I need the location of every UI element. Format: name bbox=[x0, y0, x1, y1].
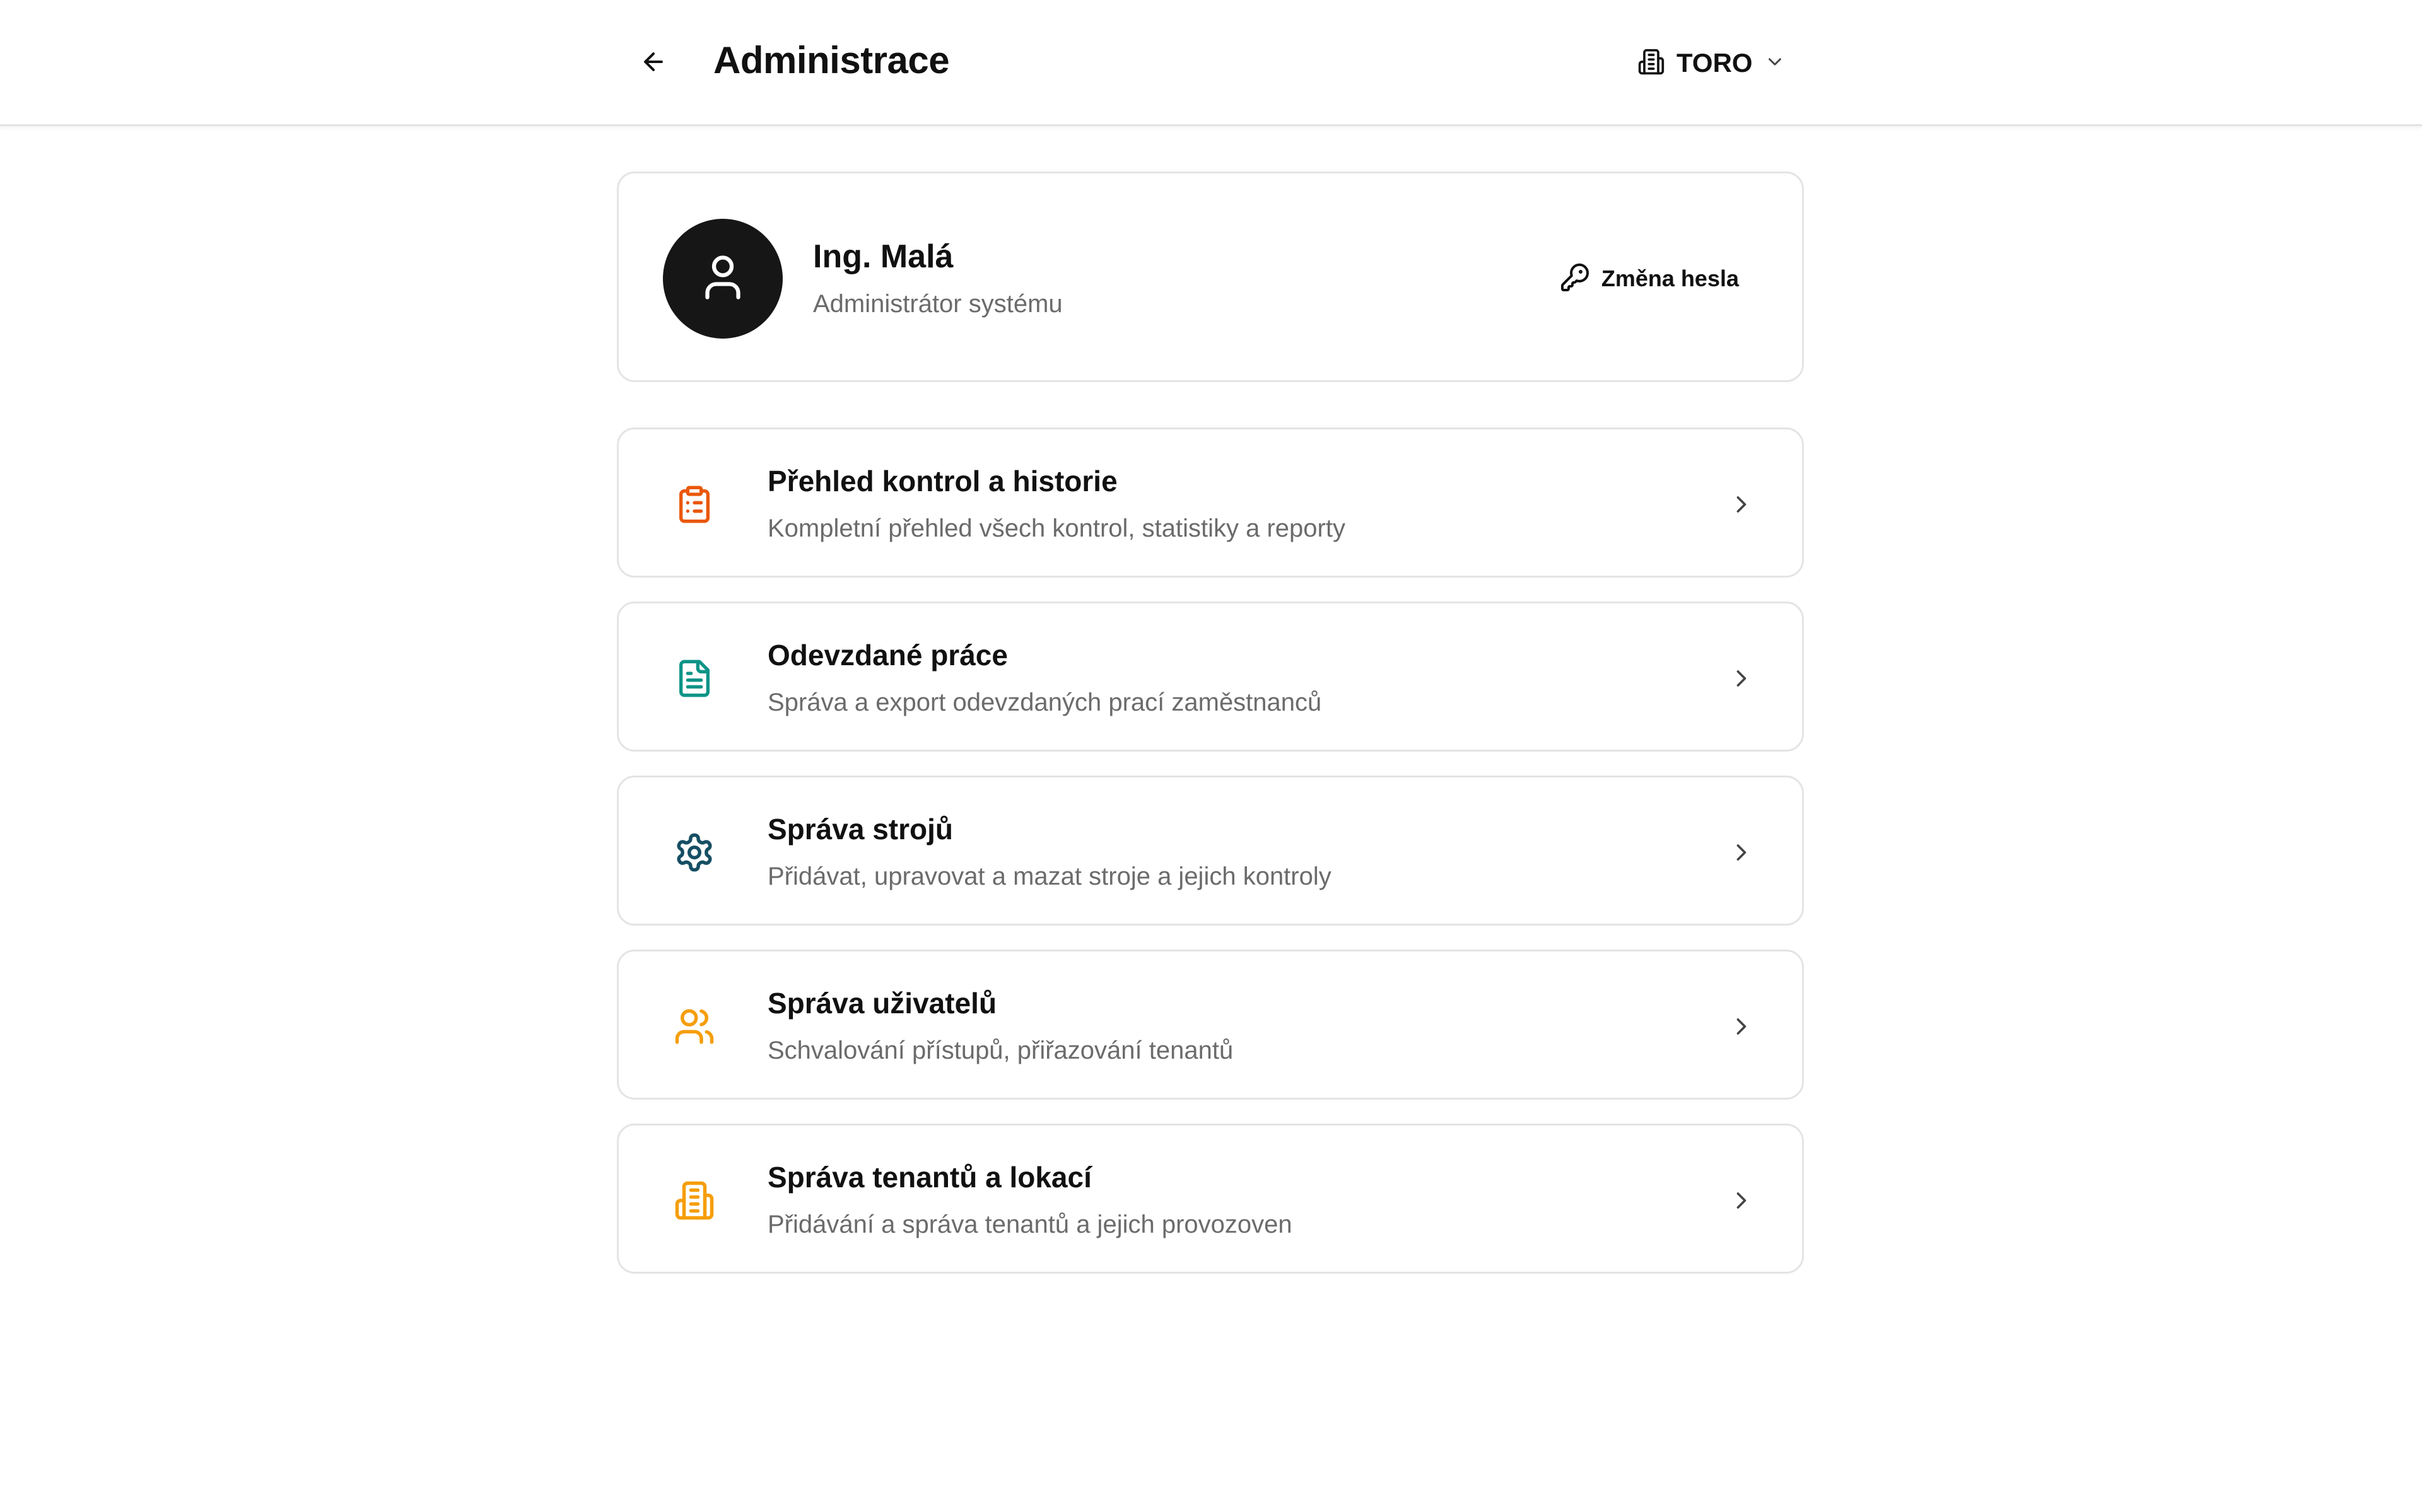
menu-item-title: Správa tenantů a lokací bbox=[768, 1161, 1092, 1194]
menu-item-title: Správa uživatelů bbox=[768, 987, 997, 1020]
menu-item-title: Přehled kontrol a historie bbox=[768, 465, 1118, 497]
main-content: Ing. Malá Administrátor systému Změna he… bbox=[617, 172, 1804, 1274]
profile-role: Administrátor systému bbox=[813, 290, 1063, 318]
arrow-left-icon bbox=[640, 48, 667, 79]
tenant-name: TORO bbox=[1676, 48, 1753, 78]
change-password-label: Změna hesla bbox=[1601, 265, 1739, 291]
menu-item-title: Správa strojů bbox=[768, 813, 953, 846]
chevron-right-icon bbox=[1723, 1008, 1760, 1045]
avatar bbox=[663, 219, 783, 339]
menu-item-description: Přidávání a správa tenantů a jejich prov… bbox=[768, 1211, 1292, 1238]
tenant-selector[interactable]: TORO bbox=[1637, 39, 1786, 87]
menu-item-inspections-overview[interactable]: Přehled kontrol a historie Kompletní pře… bbox=[617, 427, 1804, 578]
chevron-right-icon bbox=[1723, 1182, 1760, 1219]
menu-item-machines[interactable]: Správa strojů Přidávat, upravovat a maza… bbox=[617, 776, 1804, 926]
key-icon bbox=[1560, 262, 1590, 296]
menu-item-description: Schvalování přístupů, přiřazování tenant… bbox=[768, 1037, 1234, 1064]
menu-item-tenants-locations[interactable]: Správa tenantů a lokací Přidávání a sprá… bbox=[617, 1124, 1804, 1274]
clipboard-list-icon bbox=[669, 479, 720, 530]
menu-item-submitted-works[interactable]: Odevzdané práce Správa a export odevzdan… bbox=[617, 602, 1804, 752]
gear-icon bbox=[669, 827, 720, 878]
chevron-right-icon bbox=[1723, 486, 1760, 523]
users-icon bbox=[669, 1001, 720, 1052]
top-bar: Administrace TORO bbox=[0, 0, 2422, 126]
change-password-button[interactable]: Změna hesla bbox=[1560, 255, 1739, 302]
chevron-right-icon bbox=[1723, 834, 1760, 871]
back-button[interactable] bbox=[631, 40, 676, 86]
menu-item-users[interactable]: Správa uživatelů Schvalování přístupů, p… bbox=[617, 950, 1804, 1100]
menu-item-description: Správa a export odevzdaných prací zaměst… bbox=[768, 689, 1322, 716]
building-icon bbox=[669, 1175, 720, 1226]
page-title: Administrace bbox=[713, 39, 950, 81]
menu-item-description: Kompletní přehled všech kontrol, statist… bbox=[768, 515, 1345, 542]
file-text-icon bbox=[669, 653, 720, 704]
profile-card: Ing. Malá Administrátor systému Změna he… bbox=[617, 172, 1804, 382]
building-icon bbox=[1637, 48, 1665, 79]
chevron-right-icon bbox=[1723, 660, 1760, 697]
profile-name: Ing. Malá bbox=[813, 238, 954, 275]
menu-item-description: Přidávat, upravovat a mazat stroje a jej… bbox=[768, 863, 1331, 890]
user-icon bbox=[696, 251, 749, 307]
chevron-down-icon bbox=[1764, 51, 1786, 76]
menu-item-title: Odevzdané práce bbox=[768, 639, 1008, 672]
